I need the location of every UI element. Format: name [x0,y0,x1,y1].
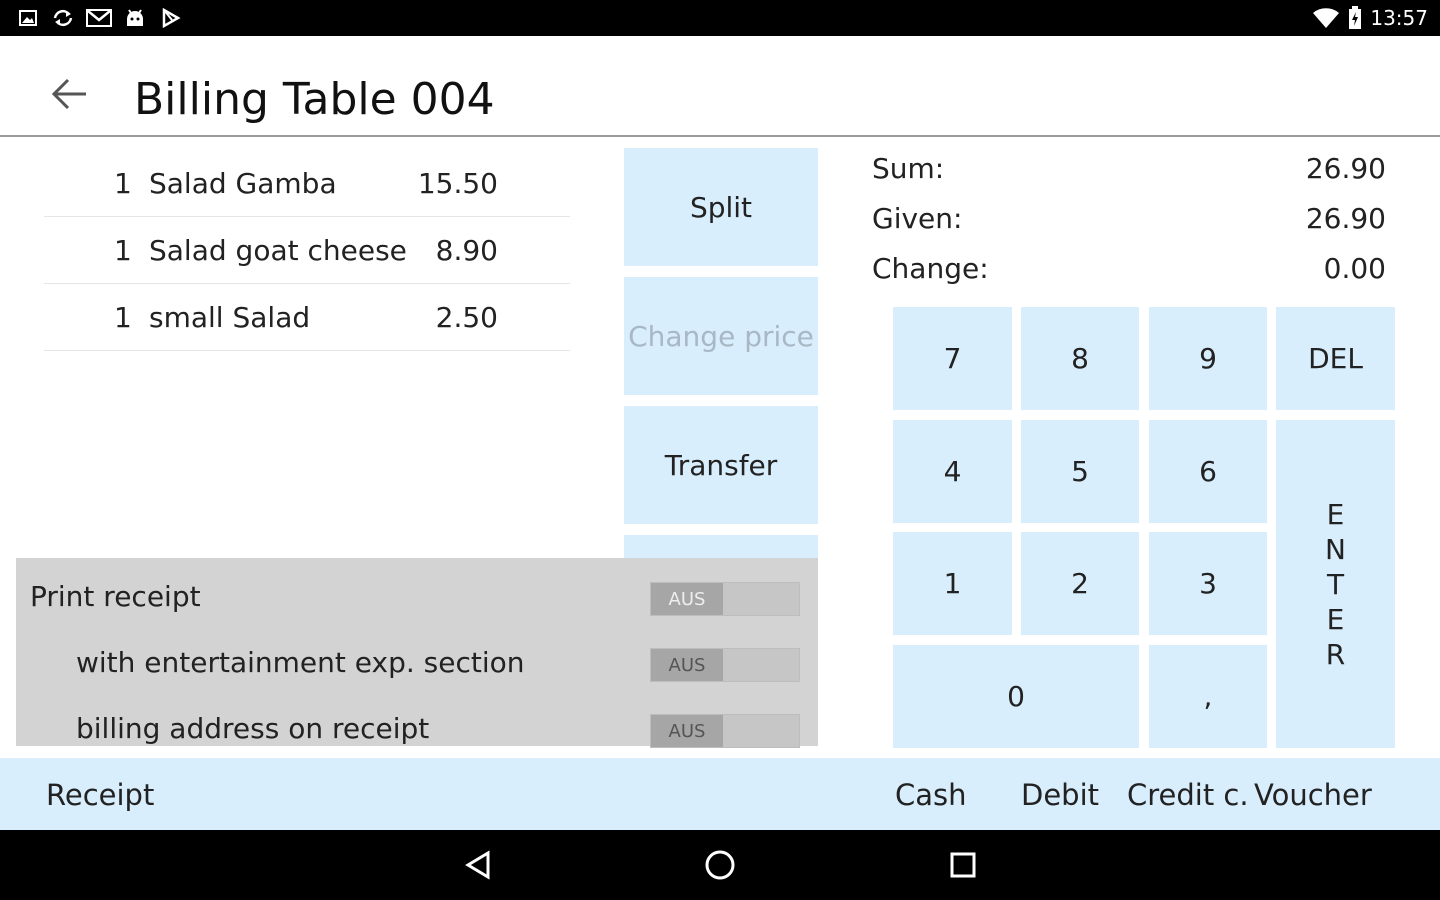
sum-label: Sum: [872,152,945,185]
payment-bar: Receipt Cash Debit Credit c. Voucher [0,758,1440,830]
order-item-row[interactable]: 1 Salad goat cheese 8.90 [44,217,570,284]
android-icon [124,8,146,28]
item-quantity: 1 [114,234,132,267]
sum-value: 26.90 [1305,152,1386,185]
enter-letter: N [1325,532,1346,566]
toggle-state: AUS [651,649,723,681]
receipt-button[interactable]: Receipt [46,778,154,812]
circle-home-icon [705,850,735,880]
entertainment-section-label: with entertainment exp. section [76,646,525,679]
entertainment-section-toggle[interactable]: AUS [650,648,800,682]
enter-letter: E [1326,497,1345,531]
sum-row: Sum: 26.90 [872,150,1386,200]
split-button[interactable]: Split [624,148,818,266]
key-3[interactable]: 3 [1149,532,1267,635]
given-row: Given: 26.90 [872,200,1386,250]
billing-address-toggle[interactable]: AUS [650,714,800,748]
enter-letter: R [1325,637,1346,671]
print-receipt-label: Print receipt [30,580,201,613]
print-receipt-row: Print receipt AUS [16,564,818,624]
gallery-icon [18,8,38,28]
item-quantity: 1 [114,301,132,334]
play-store-icon [160,7,182,29]
item-name: Salad goat cheese [149,234,407,267]
change-label: Change: [872,252,989,285]
key-8[interactable]: 8 [1021,307,1139,410]
arrow-left-icon [51,78,86,110]
given-label: Given: [872,202,963,235]
key-1[interactable]: 1 [893,532,1012,635]
enter-key[interactable]: E N T E R [1276,420,1395,748]
comma-key[interactable]: , [1149,645,1267,748]
change-price-button[interactable]: Change price [624,277,818,395]
item-name: Salad Gamba [149,167,337,200]
enter-letter: E [1326,602,1345,636]
voucher-button[interactable]: Voucher [1254,778,1372,812]
nav-recents-button[interactable] [943,845,983,885]
order-item-row[interactable]: 1 Salad Gamba 15.50 [44,150,570,217]
credit-card-button[interactable]: Credit c. [1127,778,1249,812]
order-item-row[interactable]: 1 small Salad 2.50 [44,284,570,351]
change-value: 0.00 [1323,252,1386,285]
item-name: small Salad [149,301,311,334]
app-header: Billing Table 004 [0,36,1440,137]
key-5[interactable]: 5 [1021,420,1139,523]
entertainment-section-row: with entertainment exp. section AUS [16,630,818,690]
billing-address-row: billing address on receipt AUS [16,696,818,756]
system-nav-bar [0,830,1440,900]
back-button[interactable] [40,72,100,122]
battery-icon [1348,6,1362,29]
toggle-state: AUS [651,715,723,747]
key-0[interactable]: 0 [893,645,1139,748]
nav-home-button[interactable] [700,845,740,885]
item-quantity: 1 [114,167,132,200]
totals-panel: Sum: 26.90 Given: 26.90 Change: 0.00 [872,150,1386,300]
order-items-list: 1 Salad Gamba 15.50 1 Salad goat cheese … [44,150,570,351]
triangle-back-icon [465,850,490,880]
clock: 13:57 [1370,6,1428,30]
nav-back-button[interactable] [458,845,498,885]
given-value: 26.90 [1305,202,1386,235]
key-2[interactable]: 2 [1021,532,1139,635]
transfer-button[interactable]: Transfer [624,406,818,524]
item-price: 15.50 [417,167,498,200]
delete-key[interactable]: DEL [1276,307,1395,410]
billing-address-label: billing address on receipt [76,712,430,745]
square-recents-icon [950,852,976,878]
status-bar: 13:57 [0,0,1440,36]
enter-key-label: E N T E R [1325,497,1346,672]
sync-icon [52,8,74,28]
print-options-panel: Print receipt AUS with entertainment exp… [16,558,818,748]
change-row: Change: 0.00 [872,250,1386,300]
item-price: 2.50 [435,301,498,334]
print-receipt-toggle[interactable]: AUS [650,582,800,616]
enter-letter: T [1326,567,1345,601]
toggle-state: AUS [651,583,723,615]
wifi-icon [1312,7,1340,28]
key-9[interactable]: 9 [1149,307,1267,410]
key-4[interactable]: 4 [893,420,1012,523]
page-title: Billing Table 004 [134,74,495,125]
gmail-icon [86,8,112,28]
cash-button[interactable]: Cash [895,778,967,812]
debit-button[interactable]: Debit [1021,778,1099,812]
item-price: 8.90 [435,234,498,267]
key-7[interactable]: 7 [893,307,1012,410]
key-6[interactable]: 6 [1149,420,1267,523]
